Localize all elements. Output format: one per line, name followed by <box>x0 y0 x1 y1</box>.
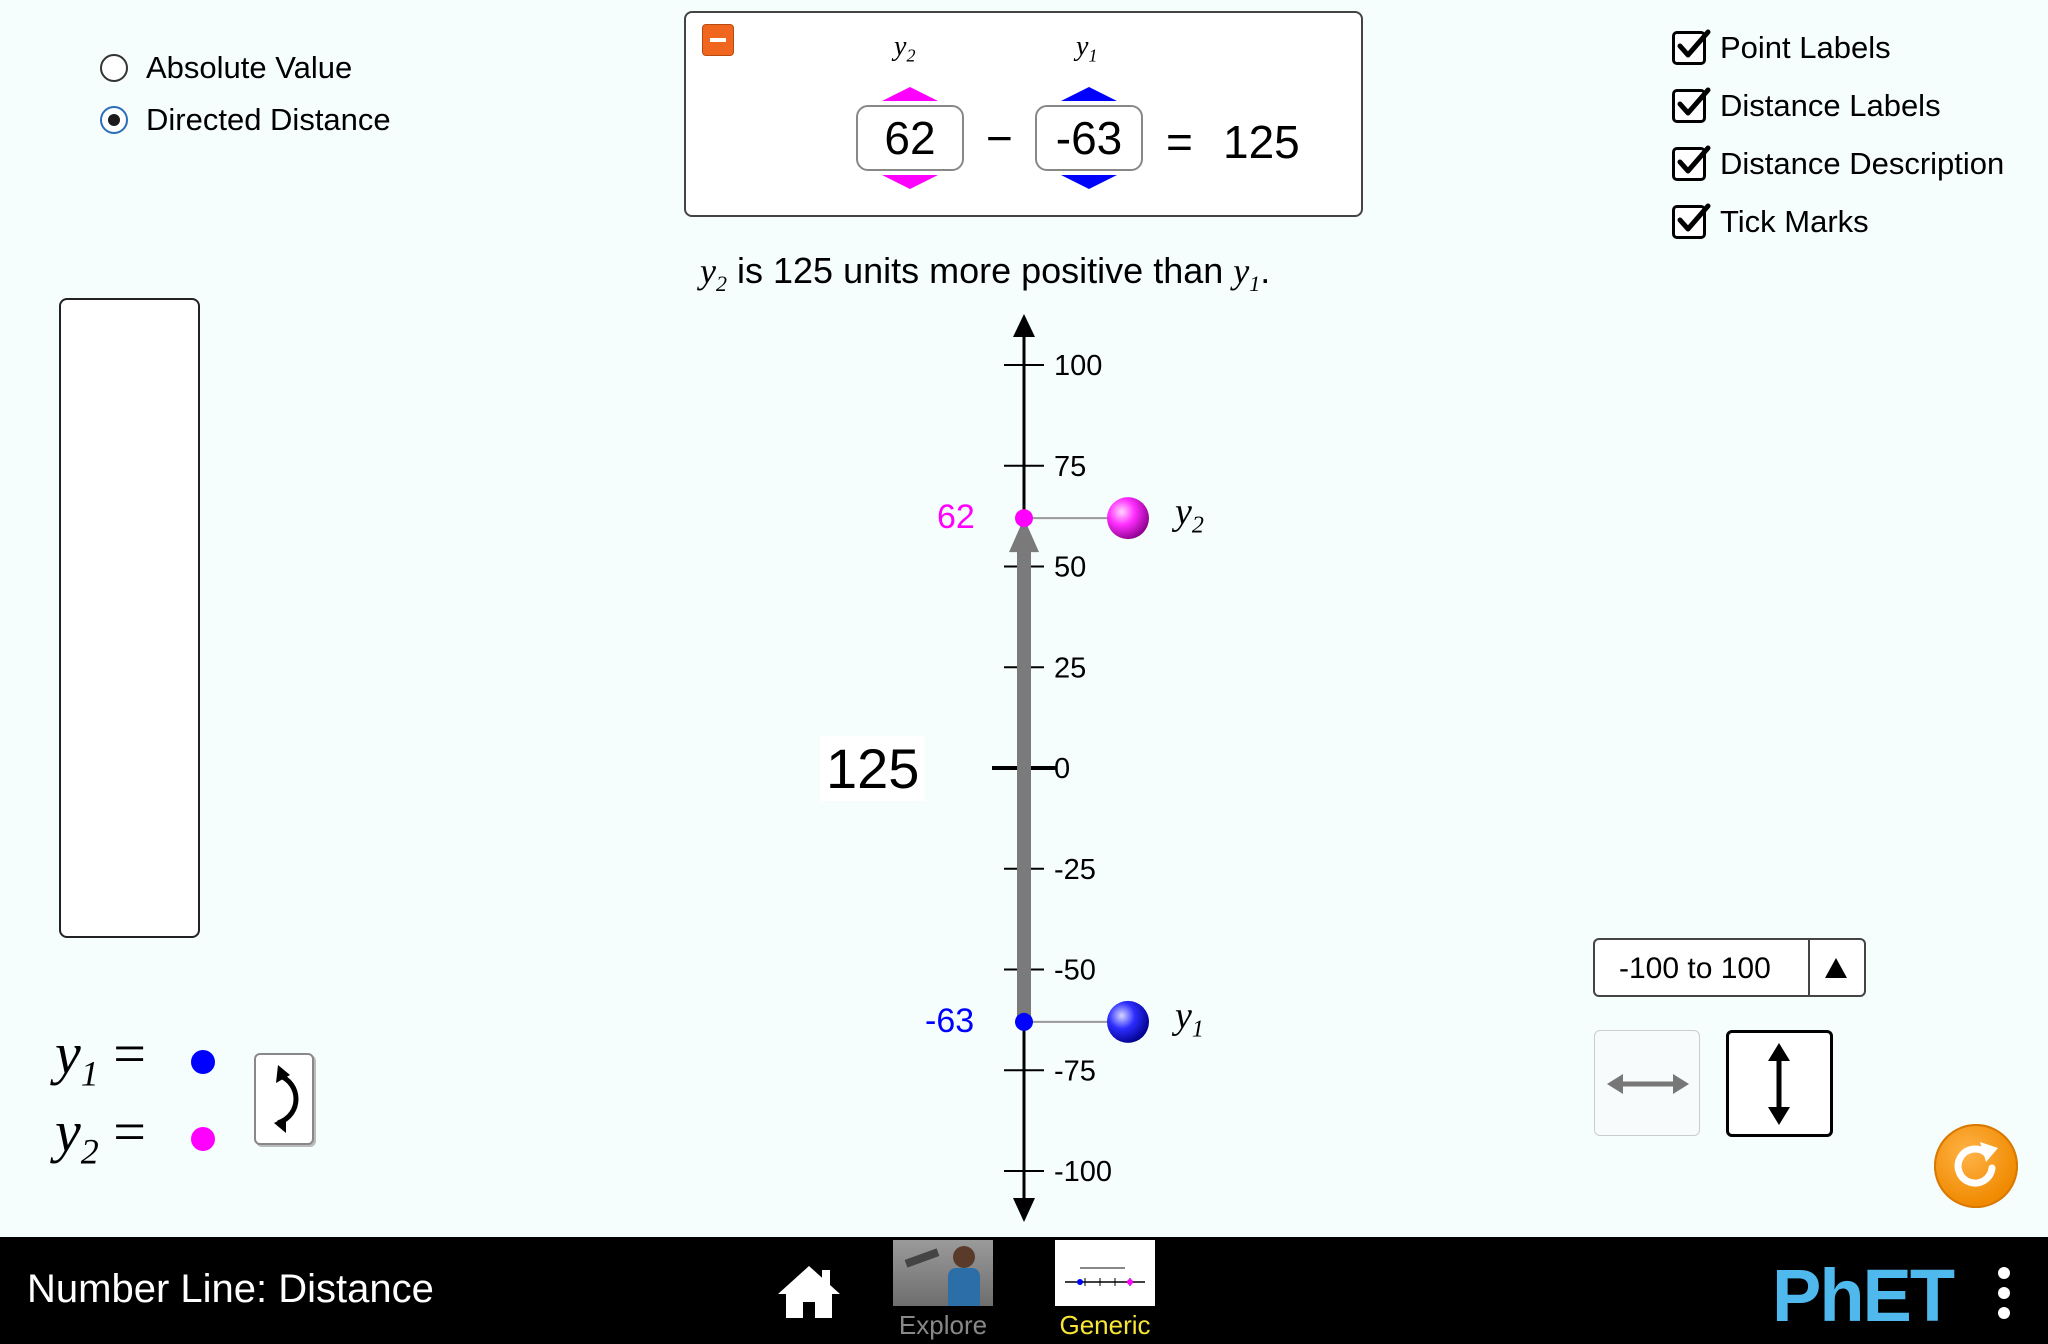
explore-screen-button[interactable]: Explore <box>893 1240 993 1344</box>
y2-point-handle[interactable] <box>1107 497 1149 540</box>
home-icon <box>778 1266 840 1318</box>
vertical-arrow-icon <box>1768 1043 1790 1125</box>
home-button[interactable] <box>776 1262 842 1320</box>
range-select[interactable]: -100 to 100 <box>1593 938 1866 997</box>
y1-point <box>1015 1012 1033 1031</box>
tick-label: 0 <box>1054 753 1070 785</box>
navigation-bar: Number Line: Distance Explore Generic Ph… <box>0 1237 2048 1344</box>
explore-screen-thumbnail <box>893 1240 993 1306</box>
range-up-arrow-icon[interactable] <box>1825 958 1847 978</box>
generic-screen-button[interactable]: Generic <box>1055 1240 1155 1344</box>
generic-screen-label: Generic <box>1059 1310 1151 1340</box>
tick-label: 50 <box>1054 552 1086 584</box>
axis-bottom-arrow-icon <box>1013 1198 1035 1222</box>
number-line-thumbnail-icon <box>1065 1267 1145 1286</box>
y1-value-label: -63 <box>925 1001 975 1040</box>
y1-controller-label: y1 = <box>55 1021 146 1094</box>
horizontal-arrow-icon <box>1607 1074 1689 1094</box>
horizontal-orientation-button[interactable] <box>1594 1030 1700 1136</box>
axis-top-arrow-icon <box>1013 314 1035 337</box>
y1-controller-dot[interactable] <box>191 1050 215 1074</box>
tick-label: -100 <box>1054 1156 1112 1188</box>
swap-arrows-icon <box>274 1065 299 1133</box>
reset-all-button[interactable] <box>1934 1124 2018 1208</box>
range-select-value: -100 to 100 <box>1619 952 1771 985</box>
y2-point <box>1015 509 1033 528</box>
character-icon <box>953 1246 975 1268</box>
range-divider <box>1808 940 1810 995</box>
vertical-orientation-button[interactable] <box>1726 1030 1833 1137</box>
y2-controller-label: y2 = <box>55 1099 146 1172</box>
phet-logo: PhET <box>1772 1254 1955 1337</box>
y2-point-name: y2 <box>1175 491 1204 539</box>
kebab-menu-icon <box>1994 1265 2014 1321</box>
y2-controller-dot[interactable] <box>191 1127 215 1151</box>
y1-point-name: y1 <box>1175 994 1204 1043</box>
swap-points-button[interactable] <box>254 1053 314 1145</box>
y2-value-label: 62 <box>937 498 975 537</box>
distance-label: 125 <box>820 736 926 801</box>
tick-label: 25 <box>1054 652 1086 684</box>
bird-icon <box>904 1248 940 1268</box>
tick-label: -75 <box>1054 1055 1096 1087</box>
explore-screen-label: Explore <box>898 1310 988 1340</box>
y1-point-handle[interactable] <box>1107 1000 1149 1043</box>
tick-label: 75 <box>1054 451 1086 483</box>
options-menu-button[interactable] <box>1994 1265 2014 1321</box>
generic-screen-thumbnail <box>1055 1240 1155 1306</box>
tick-label: 100 <box>1054 350 1102 382</box>
tick-label: -50 <box>1054 955 1096 987</box>
tick-label: -25 <box>1054 854 1096 886</box>
reset-icon <box>1954 1142 1998 1187</box>
sim-title: Number Line: Distance <box>27 1267 434 1311</box>
